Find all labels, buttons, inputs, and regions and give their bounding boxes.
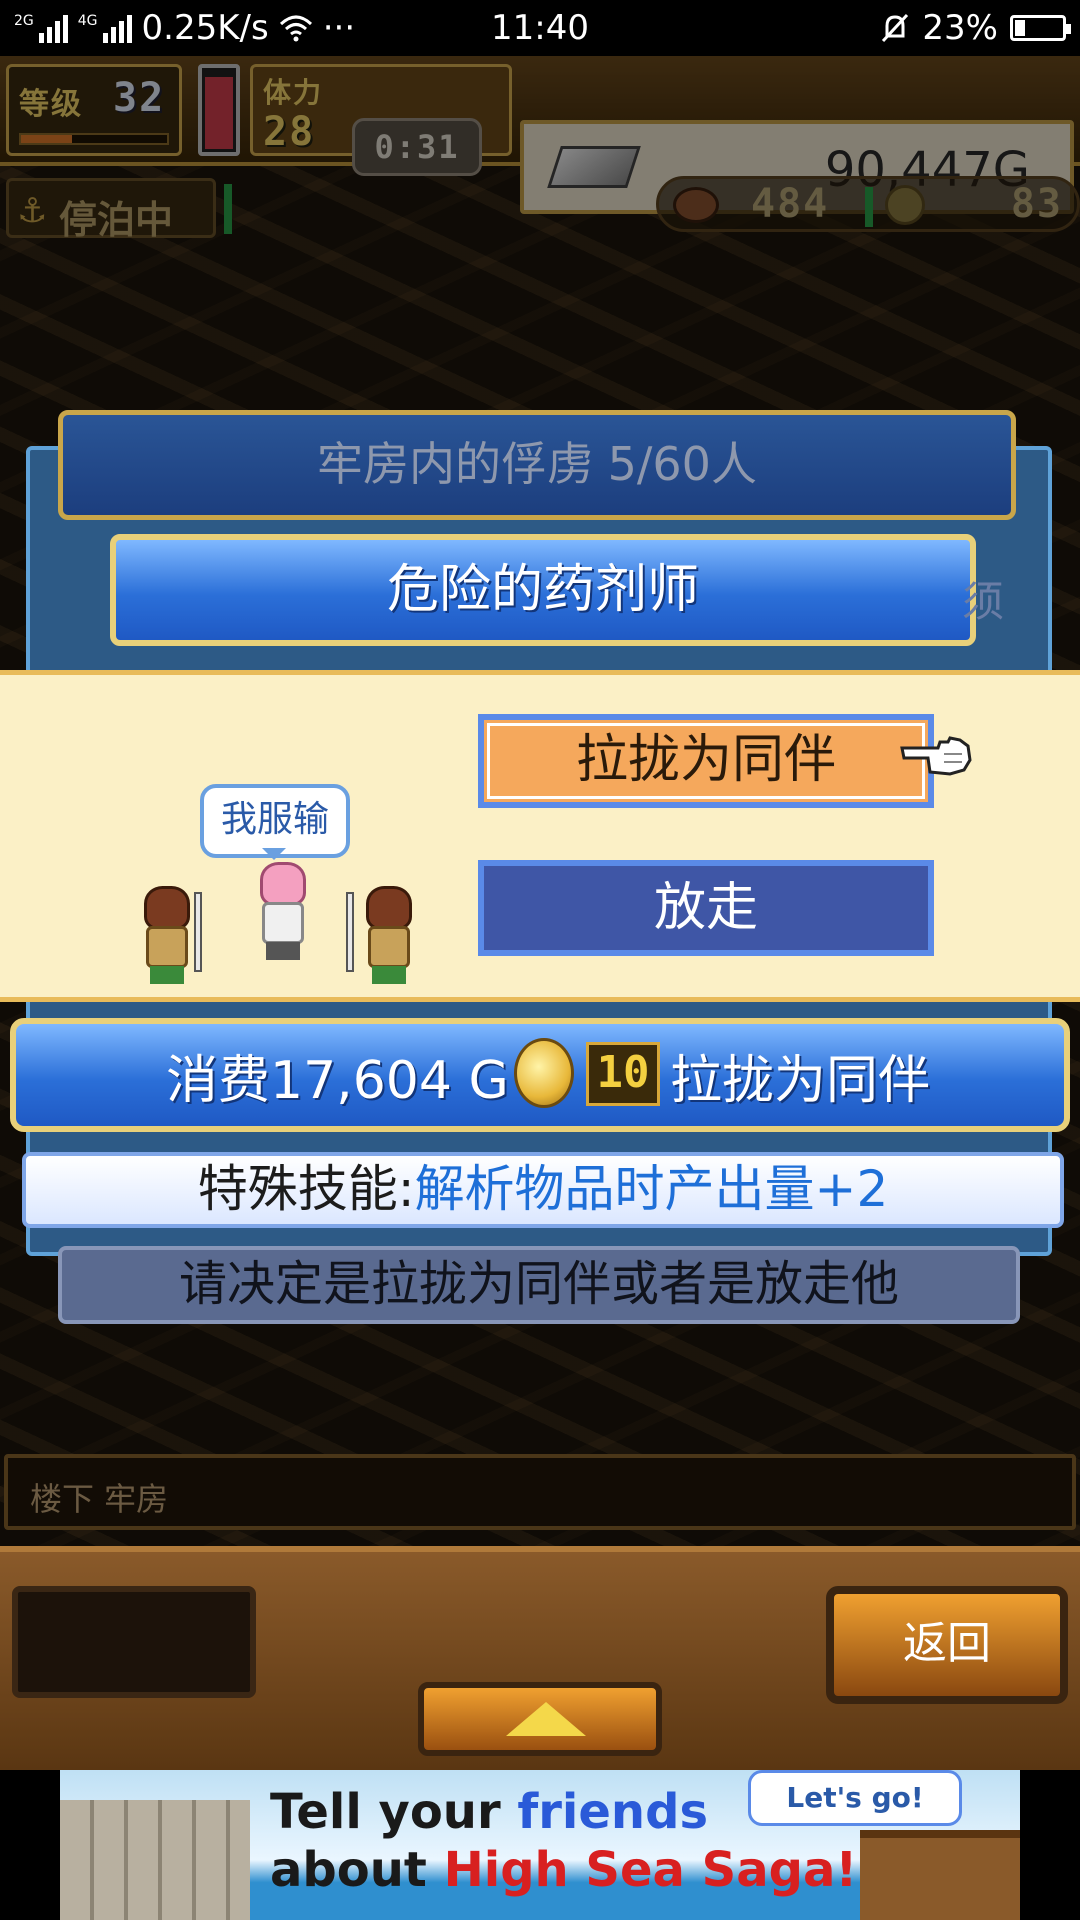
empty-slot — [12, 1586, 256, 1698]
battery-icon — [1010, 15, 1071, 41]
status-bar: 2G 4G 0.25K/s ··· 11:40 23% — [0, 0, 1080, 56]
gold-coin-icon — [514, 1038, 574, 1108]
prisoner-sprite — [246, 862, 320, 962]
ad-line-1: Tell your friends — [270, 1784, 709, 1840]
recruit-cost-button[interactable]: 消费17,604 G 10 拉拢为同伴 — [10, 1018, 1070, 1132]
up-arrow-icon — [506, 1702, 586, 1736]
ad-cta-button[interactable]: Let's go! — [748, 1770, 962, 1826]
ship-illustration — [860, 1830, 1020, 1920]
speech-bubble: 我服输 — [200, 784, 350, 860]
cost-text: 消费17,604 G — [166, 1051, 509, 1111]
special-skill-bar: 特殊技能:解析物品时产出量+2 — [22, 1152, 1064, 1228]
bottom-nav: 返回 — [0, 1546, 1080, 1770]
decision-prompt: 请决定是拉拢为同伴或者是放走他 — [58, 1246, 1020, 1324]
status-right: 23% — [880, 8, 1071, 48]
castle-illustration — [60, 1800, 250, 1920]
edge-partial-text: 须 — [962, 577, 1005, 626]
guard-sprite-right — [346, 886, 426, 986]
guard-sprite-left — [130, 886, 204, 986]
pointing-hand-icon — [900, 736, 972, 776]
location-text: 楼下 牢房 — [30, 1480, 169, 1518]
location-bar: 楼下 牢房 — [4, 1454, 1076, 1530]
medal-count: 10 — [586, 1042, 660, 1106]
battery-percent: 23% — [922, 8, 998, 48]
cost-action-text: 拉拢为同伴 — [670, 1051, 931, 1111]
recruit-button[interactable]: 拉拢为同伴 — [478, 714, 934, 808]
mute-bell-icon — [882, 13, 909, 43]
ad-line-2: about High Sea Saga! — [270, 1842, 858, 1898]
prisoners-title: 牢房内的俘虏 5/60人 — [58, 410, 1016, 520]
skill-label: 特殊技能: — [197, 1160, 415, 1218]
release-button[interactable]: 放走 — [478, 860, 934, 956]
battery-fill — [1015, 20, 1026, 36]
back-button[interactable]: 返回 — [826, 1586, 1068, 1704]
ad-banner[interactable]: Tell your friends about High Sea Saga! L… — [60, 1770, 1020, 1920]
skill-value: 解析物品时产出量+2 — [414, 1160, 889, 1218]
scroll-up-button[interactable] — [418, 1682, 662, 1756]
prisoner-name-banner: 危险的药剂师 — [110, 534, 976, 646]
